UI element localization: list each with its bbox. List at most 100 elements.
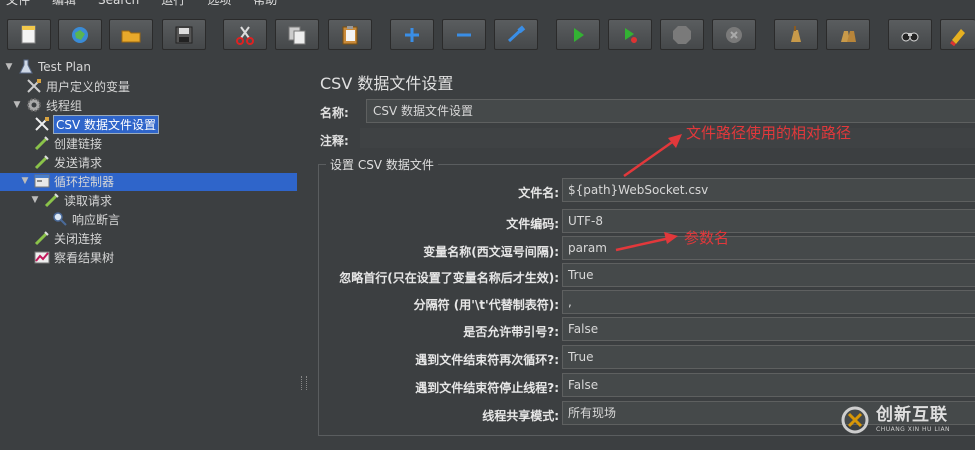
cut-button[interactable] — [223, 19, 267, 50]
assertion-icon — [53, 212, 67, 226]
sampler-icon — [34, 155, 49, 170]
start-button[interactable] — [556, 19, 600, 50]
recycle-on-eof-label: 遇到文件结束符再次循环?: — [415, 353, 559, 367]
controller-icon — [34, 174, 50, 188]
new-button[interactable] — [7, 19, 51, 50]
toggle-icon — [507, 25, 526, 42]
save-icon — [175, 26, 193, 43]
ignore-first-line-label: 忽略首行(只在设置了变量名称后才生效): — [339, 271, 559, 285]
tree-node-label: 读取请求 — [64, 193, 113, 208]
cut-icon — [236, 25, 254, 45]
copy-icon — [288, 26, 306, 44]
reset-search-button[interactable] — [940, 19, 975, 50]
reset-search-icon — [950, 28, 965, 46]
tree-node-label: 循环控制器 — [54, 174, 115, 189]
annotation-arrow-path — [623, 134, 682, 178]
menu-help[interactable]: 帮助 — [253, 0, 277, 8]
menu-search[interactable]: Search — [98, 0, 139, 8]
clear-button[interactable] — [774, 19, 818, 50]
toggle-button[interactable] — [494, 19, 538, 50]
tree-node-user-variables[interactable]: 用户定义的变量 — [26, 77, 130, 95]
start-no-pause-icon — [625, 27, 637, 43]
clear-icon — [791, 25, 801, 42]
paste-button[interactable] — [328, 19, 372, 50]
test-plan-icon — [19, 59, 33, 74]
menu-file[interactable]: 文件 — [6, 0, 30, 8]
tree-node-close-connection[interactable]: 关闭连接 — [34, 229, 102, 247]
paste-icon — [342, 25, 358, 44]
menu-run[interactable]: 运行 — [161, 0, 185, 8]
menu-edit[interactable]: 编辑 — [52, 0, 76, 8]
tree-node-label: 关闭连接 — [54, 231, 103, 246]
clear-all-icon — [841, 30, 856, 42]
menu-bar: 文件 编辑 Search 运行 选项 帮助 — [0, 0, 975, 8]
tree-node-label: CSV 数据文件设置 — [52, 114, 160, 134]
menu-options[interactable]: 选项 — [207, 0, 231, 8]
allow-quoted-label: 是否允许带引号?: — [463, 325, 559, 339]
config-icon — [35, 117, 49, 131]
collapse-arrow-icon[interactable]: ▼ — [30, 195, 40, 205]
stop-icon — [673, 25, 691, 44]
splitter-grip[interactable] — [301, 376, 307, 390]
tree-node-label: 响应断言 — [72, 212, 121, 227]
tree-node-response-assertion[interactable]: 响应断言 — [52, 210, 120, 228]
clear-all-button[interactable] — [826, 19, 870, 50]
expand-icon — [405, 27, 419, 42]
stop-thread-on-eof-select[interactable]: False — [562, 373, 975, 397]
name-field[interactable]: CSV 数据文件设置 — [366, 99, 975, 123]
test-plan-tree: ▼ Test Plan 用户定义的变量 ▼ 线程组 CSV 数据文件设置 创建链… — [0, 58, 299, 450]
allow-quoted-select[interactable]: False — [562, 317, 975, 341]
tree-node-send-request[interactable]: 发送请求 — [34, 153, 102, 171]
collapse-arrow-icon[interactable]: ▼ — [12, 100, 22, 110]
stop-button[interactable] — [660, 19, 704, 50]
logo-icon — [841, 406, 869, 434]
tree-node-create-connection[interactable]: 创建链接 — [34, 134, 102, 152]
name-label: 名称: — [320, 106, 349, 120]
tree-node-label: 创建链接 — [54, 136, 103, 151]
tree-node-label: 线程组 — [46, 98, 83, 113]
save-button[interactable] — [162, 19, 206, 50]
listener-icon — [34, 251, 50, 264]
recycle-on-eof-select[interactable]: True — [562, 345, 975, 369]
start-icon — [574, 27, 584, 42]
thread-group-icon — [27, 98, 41, 112]
ignore-first-line-select[interactable]: True — [562, 263, 975, 287]
tree-node-read-request[interactable]: ▼ 读取请求 — [30, 191, 112, 209]
toolbar — [0, 10, 975, 58]
open-button[interactable] — [109, 19, 153, 50]
shutdown-icon — [726, 26, 742, 43]
tree-node-view-results-tree[interactable]: 察看结果树 — [34, 248, 114, 266]
watermark-text: 创新互联 — [876, 405, 948, 425]
sharing-mode-label: 线程共享模式: — [482, 409, 559, 423]
panel-splitter[interactable] — [298, 58, 309, 450]
sampler-icon — [34, 136, 49, 151]
shutdown-button[interactable] — [712, 19, 756, 50]
config-icon — [27, 79, 41, 93]
tree-node-label: Test Plan — [38, 60, 91, 74]
tree-node-test-plan[interactable]: ▼ Test Plan — [4, 58, 91, 76]
collapse-icon — [457, 33, 471, 36]
tree-node-csv-data-set[interactable]: CSV 数据文件设置 — [34, 114, 160, 134]
tree-node-label: 用户定义的变量 — [46, 79, 131, 94]
annotation-path-note: 文件路径使用的相对路径 — [686, 124, 852, 142]
delimiter-field[interactable]: , — [562, 290, 975, 314]
copy-button[interactable] — [275, 19, 319, 50]
search-button[interactable] — [888, 19, 932, 50]
tree-node-loop-controller[interactable]: ▼ 循环控制器 — [20, 172, 114, 190]
page-title: CSV 数据文件设置 — [320, 74, 454, 93]
tree-node-label: 察看结果树 — [54, 250, 115, 265]
new-icon — [21, 25, 36, 43]
tree-node-label: 发送请求 — [54, 155, 103, 170]
templates-button[interactable] — [58, 19, 102, 50]
expand-button[interactable] — [390, 19, 434, 50]
filename-label: 文件名: — [518, 186, 559, 200]
collapse-arrow-icon[interactable]: ▼ — [20, 176, 30, 186]
start-no-pause-button[interactable] — [608, 19, 652, 50]
search-icon — [901, 32, 919, 41]
collapse-arrow-icon[interactable]: ▼ — [4, 62, 14, 72]
tree-node-thread-group[interactable]: ▼ 线程组 — [12, 96, 82, 114]
variable-names-label: 变量名称(西文逗号间隔): — [423, 245, 559, 259]
stop-thread-on-eof-label: 遇到文件结束符停止线程?: — [415, 381, 559, 395]
annotation-param-note: 参数名 — [684, 229, 730, 247]
collapse-button[interactable] — [442, 19, 486, 50]
